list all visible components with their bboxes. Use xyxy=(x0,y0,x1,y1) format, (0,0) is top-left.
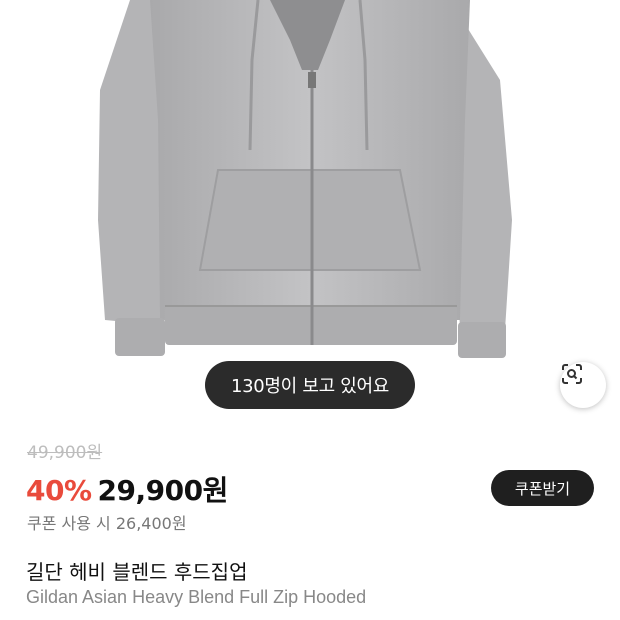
coupon-download-button[interactable]: 쿠폰받기 xyxy=(491,470,594,506)
viewers-count-badge: 130명이 보고 있어요 xyxy=(205,361,415,409)
lens-search-button[interactable] xyxy=(560,362,606,408)
coupon-price-text: 쿠폰 사용 시 26,400원 xyxy=(27,514,187,533)
viewers-count-text: 130명이 보고 있어요 xyxy=(230,376,390,397)
price-row: 40% 29,900원 xyxy=(26,469,228,509)
product-image[interactable]: 130명이 보고 있어요 xyxy=(0,0,620,425)
sale-price: 29,900원 xyxy=(97,474,229,507)
coupon-button-label: 쿠폰받기 xyxy=(514,479,571,498)
original-price: 49,900원 xyxy=(27,443,103,463)
product-subtitle: Gildan Asian Heavy Blend Full Zip Hooded xyxy=(26,587,367,607)
discount-rate: 40% xyxy=(26,474,92,507)
lens-search-icon xyxy=(562,364,582,384)
product-title: 길단 헤비 블렌드 후드집업 xyxy=(26,560,248,584)
